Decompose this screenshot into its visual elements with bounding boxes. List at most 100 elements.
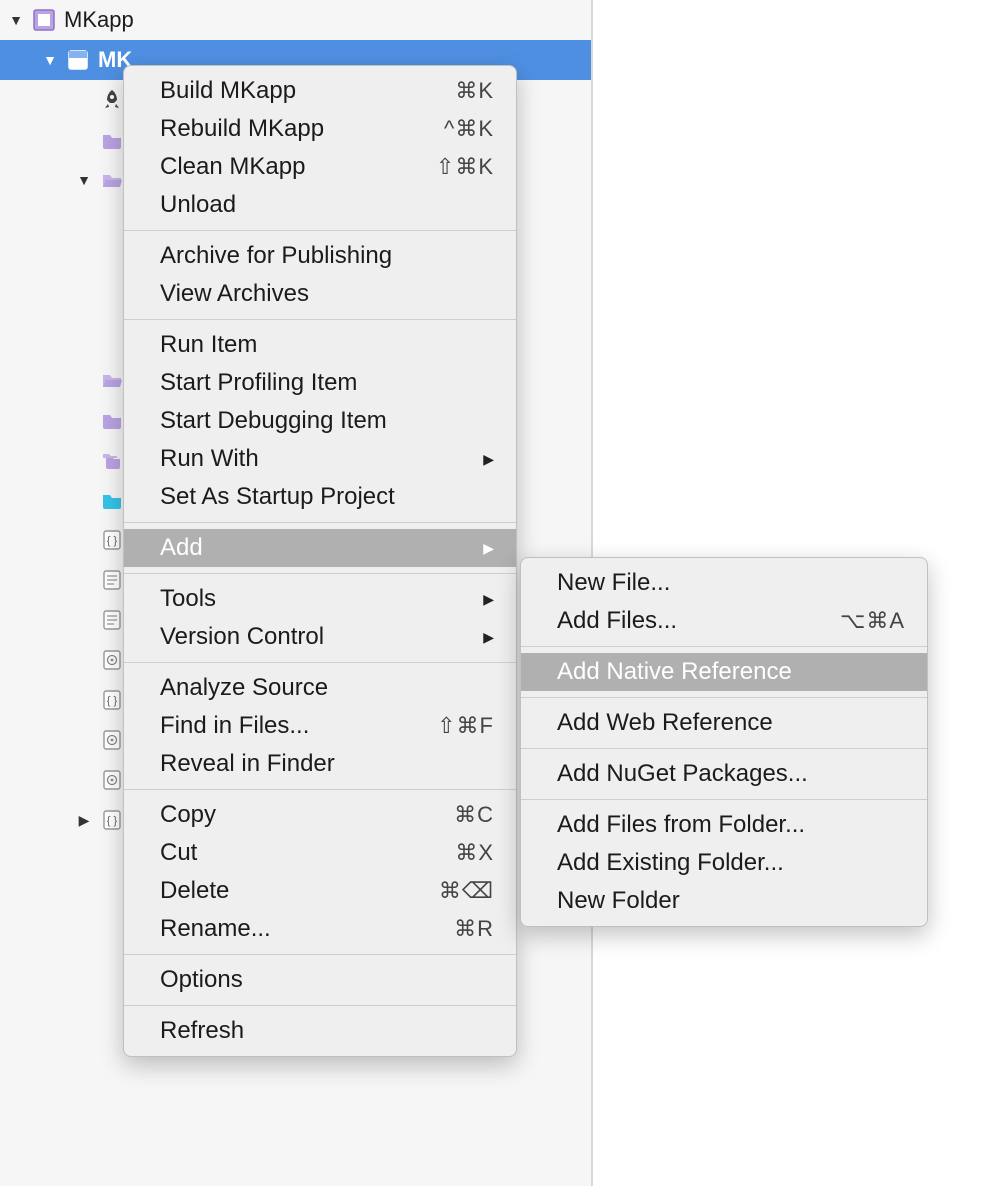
menu-item-label: Run Item <box>160 331 257 359</box>
sub_menu-item[interactable]: New Folder <box>521 882 927 920</box>
menu-item-label: Cut <box>160 839 197 867</box>
storyboard-icon <box>98 766 126 794</box>
menu-item-label: Options <box>160 966 243 994</box>
menu-item-shortcut: ⌘C <box>454 802 494 828</box>
menu-separator <box>124 662 516 663</box>
menu-item-label: New File... <box>557 569 670 597</box>
solution-icon <box>30 6 58 34</box>
sub_menu-item[interactable]: Add NuGet Packages... <box>521 755 927 793</box>
context_menu-item[interactable]: Options <box>124 961 516 999</box>
context-menu: Build MKapp⌘K Rebuild MKapp ^⌘K Clean MKapp… <box>123 65 517 1057</box>
context_menu-item[interactable]: Add▶ <box>124 529 516 567</box>
context_menu-item[interactable]: Cut ⌘X <box>124 834 516 872</box>
menu-item-shortcut: ⌘X <box>455 840 494 866</box>
add-submenu: New File... Add Files... ⌥⌘A Add Native Ref… <box>520 557 928 927</box>
purple-folder-icon <box>98 126 126 154</box>
menu-item-label: Add Native Reference <box>557 658 792 686</box>
context_menu-item[interactable]: Copy ⌘C <box>124 796 516 834</box>
submenu-triangle-icon: ▶ <box>483 629 494 646</box>
context_menu-item[interactable]: Run With ▶ <box>124 440 516 478</box>
doc-lines-icon <box>98 606 126 634</box>
menu-separator <box>124 522 516 523</box>
menu-item-label: Start Debugging Item <box>160 407 387 435</box>
menu-item-label: Unload <box>160 191 236 219</box>
svg-text:{ }: { } <box>107 535 118 547</box>
menu-item-label: View Archives <box>160 280 309 308</box>
menu-separator <box>521 799 927 800</box>
svg-text:{ }: { } <box>107 815 118 827</box>
menu-item-label: Version Control <box>160 623 324 651</box>
menu-item-label: Tools <box>160 585 216 613</box>
menu-item-shortcut: ⌘R <box>454 916 494 942</box>
storyboard-icon <box>98 646 126 674</box>
context_menu-item[interactable]: Archive for Publishing <box>124 237 516 275</box>
context_menu-item[interactable]: Rebuild MKapp ^⌘K <box>124 110 516 148</box>
purple-copy-folder-icon <box>98 446 126 474</box>
context_menu-item[interactable]: Delete ⌘⌫ <box>124 872 516 910</box>
menu-item-label: Add Existing Folder... <box>557 849 784 877</box>
submenu-triangle-icon: ▶ <box>483 540 494 557</box>
context_menu-item[interactable]: Run Item <box>124 326 516 364</box>
context_menu-item[interactable]: Unload <box>124 186 516 224</box>
menu-item-label: Copy <box>160 801 216 829</box>
sub_menu-item[interactable]: Add Web Reference <box>521 704 927 742</box>
purple-open-folder-icon <box>98 366 126 394</box>
menu-separator <box>124 789 516 790</box>
chevron-down-icon[interactable]: ▼ <box>74 170 94 190</box>
purple-folder-icon <box>98 406 126 434</box>
menu-item-shortcut: ⇧⌘K <box>436 154 494 180</box>
menu-separator <box>521 748 927 749</box>
menu-separator <box>124 954 516 955</box>
context_menu-item[interactable]: Find in Files...⇧⌘F <box>124 707 516 745</box>
submenu-triangle-icon: ▶ <box>483 451 494 468</box>
context_menu-item[interactable]: Start Profiling Item <box>124 364 516 402</box>
context_menu-item[interactable]: Tools▶ <box>124 580 516 618</box>
sub_menu-item[interactable]: New File... <box>521 564 927 602</box>
chevron-right-icon[interactable]: ▶ <box>74 810 94 830</box>
context_menu-item[interactable]: Build MKapp⌘K <box>124 72 516 110</box>
menu-item-label: Delete <box>160 877 229 905</box>
menu-item-label: Run With <box>160 445 259 473</box>
context_menu-item[interactable]: Refresh <box>124 1012 516 1050</box>
menu-item-label: Find in Files... <box>160 712 309 740</box>
purple-open-folder-icon <box>98 166 126 194</box>
chevron-down-icon: ▼ <box>40 50 60 70</box>
solution-label: MKapp <box>64 7 134 33</box>
context_menu-item[interactable]: Start Debugging Item <box>124 402 516 440</box>
menu-item-label: Rebuild MKapp <box>160 115 324 143</box>
context_menu-item[interactable]: Reveal in Finder <box>124 745 516 783</box>
svg-text:{ }: { } <box>107 695 118 707</box>
menu-separator <box>124 1005 516 1006</box>
menu-separator <box>124 573 516 574</box>
rocket-icon <box>98 86 126 114</box>
chevron-down-icon: ▼ <box>6 10 26 30</box>
menu-item-shortcut: ^⌘K <box>444 116 494 142</box>
context_menu-item[interactable]: Rename... ⌘R <box>124 910 516 948</box>
menu-item-label: Rename... <box>160 915 271 943</box>
menu-item-label: Analyze Source <box>160 674 328 702</box>
storyboard-icon <box>98 726 126 754</box>
sub_menu-item[interactable]: Add Existing Folder... <box>521 844 927 882</box>
solution-row[interactable]: ▼ MKapp <box>0 0 591 40</box>
menu-item-label: Clean MKapp <box>160 153 305 181</box>
menu-separator <box>521 697 927 698</box>
context_menu-item[interactable]: Version Control ▶ <box>124 618 516 656</box>
menu-item-label: Build MKapp <box>160 77 296 105</box>
menu-item-shortcut: ⌘⌫ <box>439 878 494 904</box>
menu-item-label: Start Profiling Item <box>160 369 357 397</box>
brace-file-icon: { } <box>98 686 126 714</box>
context_menu-item[interactable]: Set As Startup Project <box>124 478 516 516</box>
menu-item-label: Archive for Publishing <box>160 242 392 270</box>
menu-item-label: Refresh <box>160 1017 244 1045</box>
context_menu-item[interactable]: View Archives <box>124 275 516 313</box>
menu-item-shortcut: ⌥⌘A <box>840 608 905 634</box>
context_menu-item[interactable]: Clean MKapp ⇧⌘K <box>124 148 516 186</box>
menu-item-label: Add Files... <box>557 607 677 635</box>
sub_menu-item[interactable]: Add Files from Folder... <box>521 806 927 844</box>
project-icon <box>64 46 92 74</box>
context_menu-item[interactable]: Analyze Source <box>124 669 516 707</box>
menu-item-label: Add Files from Folder... <box>557 811 805 839</box>
sub_menu-item[interactable]: Add Files... ⌥⌘A <box>521 602 927 640</box>
sub_menu-item[interactable]: Add Native Reference <box>521 653 927 691</box>
menu-item-label: Add Web Reference <box>557 709 773 737</box>
